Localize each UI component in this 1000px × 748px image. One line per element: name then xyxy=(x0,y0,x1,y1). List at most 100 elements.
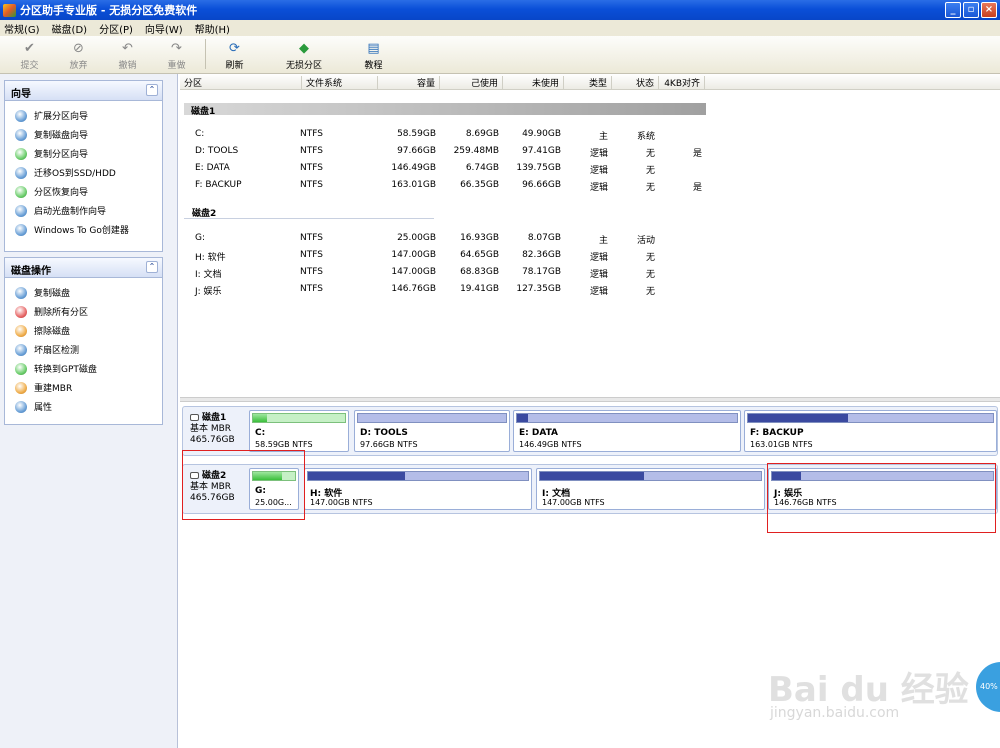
table-cell: 16.93GB xyxy=(460,233,499,243)
wizard-copy-disk[interactable]: 复制磁盘向导 xyxy=(5,125,162,144)
partition-block[interactable]: C: 58.59GB NTFS xyxy=(249,410,349,452)
migrate-icon xyxy=(15,166,27,179)
windows-to-go-icon xyxy=(15,223,27,236)
table-cell: G: xyxy=(195,233,206,243)
table-cell: 25.00GB xyxy=(397,233,436,243)
col-filesystem[interactable]: 文件系统 xyxy=(302,76,378,89)
disk-icon xyxy=(190,414,199,421)
op-convert-gpt[interactable]: 转换到GPT磁盘 xyxy=(5,359,162,378)
table-cell: 147.00GB xyxy=(391,267,436,277)
undo-label: 撤销 xyxy=(118,61,137,71)
app-icon xyxy=(3,3,16,17)
wizard-migrate-os[interactable]: 迁移OS到SSD/HDD xyxy=(5,163,162,182)
table-row[interactable]: E: DATA NTFS 146.49GB 6.74GB 139.75GB 逻辑 无 xyxy=(180,160,740,177)
partition-block[interactable]: E: DATA 146.49GB NTFS xyxy=(513,410,741,452)
menu-wizard[interactable]: 向导(W) xyxy=(145,21,183,36)
wizard-copy-partition[interactable]: 复制分区向导 xyxy=(5,144,162,163)
usage-fill xyxy=(517,414,528,422)
disk-ops-panel-title: 磁盘操作 xyxy=(11,266,51,277)
table-cell: 146.76GB xyxy=(391,284,436,294)
op-item-label: 坏扇区检测 xyxy=(34,346,80,356)
table-cell: 无 xyxy=(645,287,655,297)
watermark-logo: Bai du 经验 xyxy=(768,670,969,710)
usage-bar xyxy=(747,413,994,423)
delete-icon xyxy=(15,305,27,318)
book-icon: ▤ xyxy=(367,40,380,56)
op-rebuild-mbr[interactable]: 重建MBR xyxy=(5,378,162,397)
table-cell: 无 xyxy=(645,149,655,159)
wizard-partition-recovery[interactable]: 分区恢复向导 xyxy=(5,182,162,201)
collapse-chevron-icon[interactable]: ⌃ xyxy=(146,84,158,96)
col-capacity[interactable]: 容量 xyxy=(378,76,440,89)
tutorial-button[interactable]: ▤ 教程 xyxy=(349,36,398,72)
refresh-button[interactable]: ⟳ 刷新 xyxy=(210,36,259,72)
maximize-button[interactable]: ▫ xyxy=(963,2,979,18)
commit-button[interactable]: ✔ 提交 xyxy=(5,36,54,72)
wizard-extend-partition[interactable]: 扩展分区向导 xyxy=(5,106,162,125)
col-used[interactable]: 己使用 xyxy=(440,76,503,89)
op-bad-sector-check[interactable]: 坏扇区检测 xyxy=(5,340,162,359)
disk1-name: 磁盘1 xyxy=(202,413,227,423)
commit-label: 提交 xyxy=(20,61,39,71)
op-delete-all-partitions[interactable]: 删除所有分区 xyxy=(5,302,162,321)
table-cell: I: 文档 xyxy=(195,270,222,280)
discard-label: 放弃 xyxy=(69,61,88,71)
table-cell: 逻辑 xyxy=(589,253,608,263)
col-partition[interactable]: 分区 xyxy=(180,76,302,89)
op-wipe-disk[interactable]: 擦除磁盘 xyxy=(5,321,162,340)
table-cell: 8.07GB xyxy=(527,233,561,243)
table-row[interactable]: F: BACKUP NTFS 163.01GB 66.35GB 96.66GB 逻辑 无 是 xyxy=(180,177,740,194)
partition-block[interactable]: I: 文档 147.00GB NTFS xyxy=(536,468,765,510)
menu-general[interactable]: 常规(G) xyxy=(4,21,40,36)
menu-disk[interactable]: 磁盘(D) xyxy=(52,21,88,36)
table-cell: 8.69GB xyxy=(465,129,499,139)
lossless-label: 无损分区 xyxy=(285,61,322,71)
close-button[interactable]: × xyxy=(981,2,997,18)
wizard-boot-cd[interactable]: 启动光盘制作向导 xyxy=(5,201,162,220)
table-row[interactable]: J: 娱乐 NTFS 146.76GB 19.41GB 127.35GB 逻辑 无 xyxy=(180,281,740,298)
usage-bar xyxy=(516,413,738,423)
partition-info: 147.00GB NTFS xyxy=(310,498,373,507)
table-cell: 127.35GB xyxy=(516,284,561,294)
menu-help[interactable]: 帮助(H) xyxy=(195,21,230,36)
redo-button[interactable]: ↷ 重做 xyxy=(152,36,201,72)
menu-partition[interactable]: 分区(P) xyxy=(99,21,133,36)
disk-ops-panel-header: 磁盘操作 ⌃ xyxy=(5,258,162,278)
lossless-partition-button[interactable]: ◆ 无损分区 xyxy=(259,36,349,72)
menu-bar: 常规(G) 磁盘(D) 分区(P) 向导(W) 帮助(H) xyxy=(0,20,1000,36)
op-copy-disk[interactable]: 复制磁盘 xyxy=(5,283,162,302)
table-cell: 68.83GB xyxy=(460,267,499,277)
disk1-bar[interactable]: 磁盘1 基本 MBR 465.76GB C: 58.59GB NTFS D: TOO… xyxy=(182,406,998,456)
collapse-chevron-icon[interactable]: ⌃ xyxy=(146,261,158,273)
table-row[interactable]: H: 软件 NTFS 147.00GB 64.65GB 82.36GB 逻辑 无 xyxy=(180,247,740,264)
table-cell: 64.65GB xyxy=(460,250,499,260)
undo-button[interactable]: ↶ 撤销 xyxy=(103,36,152,72)
partition-block[interactable]: H: 软件 147.00GB NTFS xyxy=(304,468,532,510)
minimize-button[interactable]: _ xyxy=(945,2,961,18)
table-cell: 58.59GB xyxy=(397,129,436,139)
table-cell: 19.41GB xyxy=(460,284,499,294)
table-row[interactable]: C: NTFS 58.59GB 8.69GB 49.90GB 主 系统 xyxy=(180,126,740,143)
sidebar: 向导 ⌃ 扩展分区向导 复制磁盘向导 复制分区向导 迁移OS到SSD/HDD 分… xyxy=(0,74,178,748)
op-properties[interactable]: 属性 xyxy=(5,397,162,416)
table-cell: 是 xyxy=(692,149,702,159)
table-row[interactable]: I: 文档 NTFS 147.00GB 68.83GB 78.17GB 逻辑 无 xyxy=(180,264,740,281)
col-type[interactable]: 类型 xyxy=(564,76,612,89)
partition-block[interactable]: F: BACKUP 163.01GB NTFS xyxy=(744,410,997,452)
checkmark-icon: ✔ xyxy=(24,40,35,56)
redo-icon: ↷ xyxy=(171,40,182,56)
redo-label: 重做 xyxy=(167,61,186,71)
wizard-windows-to-go[interactable]: Windows To Go创建器 xyxy=(5,220,162,239)
discard-button[interactable]: ⊘ 放弃 xyxy=(54,36,103,72)
partition-name: C: xyxy=(255,428,266,438)
table-row[interactable]: D: TOOLS NTFS 97.66GB 259.48MB 97.41GB 逻辑 无 是 xyxy=(180,143,740,160)
rebuild-icon xyxy=(15,381,27,394)
table-cell: D: TOOLS xyxy=(195,146,239,156)
partition-block[interactable]: D: TOOLS 97.66GB NTFS xyxy=(354,410,510,452)
col-unused[interactable]: 未使用 xyxy=(503,76,564,89)
col-4k-align[interactable]: 4KB对齐 xyxy=(659,76,705,89)
table-cell: F: BACKUP xyxy=(195,180,242,190)
table-row[interactable]: G: NTFS 25.00GB 16.93GB 8.07GB 主 活动 xyxy=(180,230,740,247)
usage-fill xyxy=(253,414,267,422)
col-status[interactable]: 状态 xyxy=(612,76,659,89)
